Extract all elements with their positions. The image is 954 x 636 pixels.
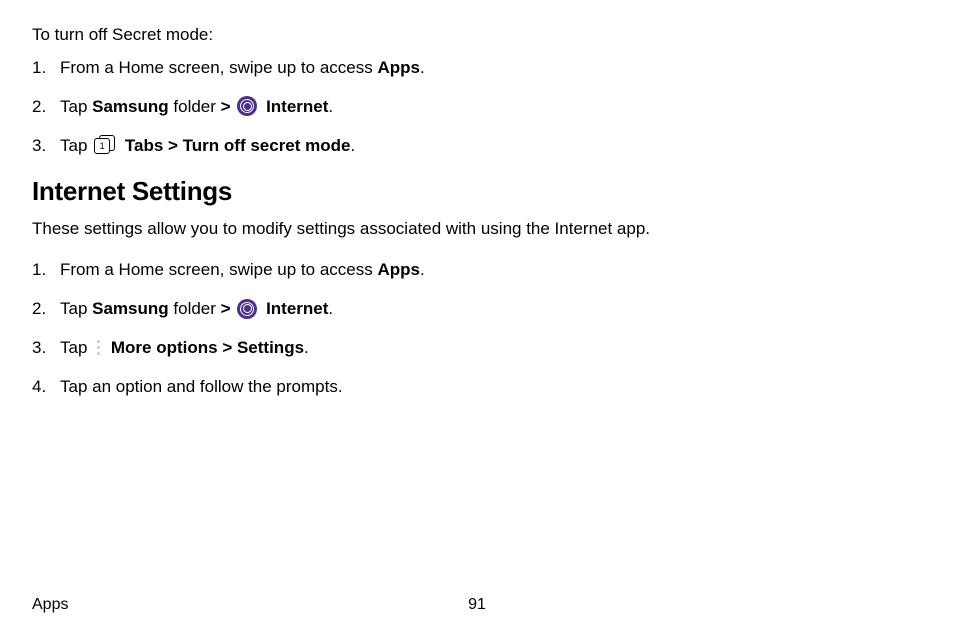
step-text: .: [351, 136, 356, 155]
breadcrumb-sep: >: [221, 299, 231, 318]
step-1: 1. From a Home screen, swipe up to acces…: [32, 57, 922, 80]
step-2: 2. Tap Samsung folder > Internet.: [32, 298, 922, 321]
step-number: 1.: [32, 259, 54, 282]
internet-settings-heading: Internet Settings: [32, 176, 922, 207]
footer-section-label: Apps: [32, 596, 68, 613]
step-text: .: [420, 260, 425, 279]
step-text: From a Home screen, swipe up to access: [60, 58, 377, 77]
internet-settings-desc: These settings allow you to modify setti…: [32, 217, 922, 242]
step-text: folder: [169, 97, 221, 116]
step-number: 3.: [32, 337, 54, 360]
document-page: To turn off Secret mode: 1. From a Home …: [0, 0, 954, 636]
page-number: 91: [468, 596, 486, 614]
secret-mode-steps: 1. From a Home screen, swipe up to acces…: [32, 57, 922, 158]
breadcrumb-sep: >: [218, 338, 237, 357]
step-number: 4.: [32, 376, 54, 399]
step-4: 4. Tap an option and follow the prompts.: [32, 376, 922, 399]
samsung-label: Samsung: [92, 97, 169, 116]
apps-label: Apps: [377, 58, 420, 77]
step-text: .: [420, 58, 425, 77]
step-text: Tap an option and follow the prompts.: [60, 377, 343, 396]
step-text: .: [328, 299, 333, 318]
tabs-count: 1: [94, 138, 110, 154]
step-text: From a Home screen, swipe up to access: [60, 260, 377, 279]
apps-label: Apps: [377, 260, 420, 279]
step-number: 1.: [32, 57, 54, 80]
turn-off-secret-mode-label: Turn off secret mode: [183, 136, 351, 155]
breadcrumb-sep: >: [221, 97, 231, 116]
step-3: 3. Tap More options > Settings.: [32, 337, 922, 360]
step-text: Tap: [60, 299, 92, 318]
more-options-icon: [94, 339, 104, 357]
step-text: Tap: [60, 338, 92, 357]
breadcrumb-sep: >: [163, 136, 182, 155]
step-1: 1. From a Home screen, swipe up to acces…: [32, 259, 922, 282]
internet-icon: [237, 299, 257, 319]
step-3: 3. Tap 1 Tabs > Turn off secret mode.: [32, 135, 922, 158]
step-number: 3.: [32, 135, 54, 158]
secret-mode-intro: To turn off Secret mode:: [32, 24, 922, 47]
step-text: .: [304, 338, 309, 357]
step-text: folder: [169, 299, 221, 318]
internet-icon: [237, 96, 257, 116]
step-number: 2.: [32, 96, 54, 119]
settings-label: Settings: [237, 338, 304, 357]
page-footer: Apps 91: [32, 596, 922, 614]
internet-label: Internet: [266, 299, 328, 318]
tabs-label: Tabs: [125, 136, 163, 155]
step-2: 2. Tap Samsung folder > Internet.: [32, 96, 922, 119]
internet-settings-steps: 1. From a Home screen, swipe up to acces…: [32, 259, 922, 399]
tabs-icon: 1: [94, 135, 116, 155]
step-text: Tap: [60, 136, 92, 155]
internet-label: Internet: [266, 97, 328, 116]
samsung-label: Samsung: [92, 299, 169, 318]
step-text: Tap: [60, 97, 92, 116]
step-number: 2.: [32, 298, 54, 321]
step-text: .: [328, 97, 333, 116]
more-options-label: More options: [111, 338, 218, 357]
